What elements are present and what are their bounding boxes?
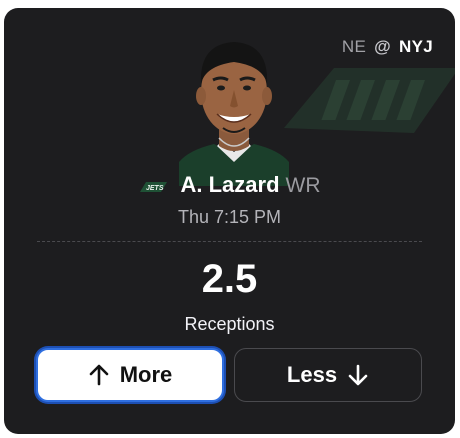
at-separator: @: [374, 37, 392, 56]
jets-logo-icon: JETS: [140, 182, 168, 192]
player-headshot-icon: [179, 42, 289, 186]
projection-card[interactable]: NE @ NYJ JETS A. Lazard WR Thu 7:15 PM 2…: [4, 8, 455, 434]
player-name: A. Lazard: [180, 172, 280, 197]
more-label: More: [119, 362, 173, 387]
home-team: NYJ: [399, 37, 433, 56]
projection-stat: Receptions: [184, 314, 275, 334]
divider: [37, 241, 422, 242]
projection-value: 2.5: [201, 257, 258, 301]
player-name-row: JETS A. Lazard WR: [4, 172, 455, 198]
less-label: Less: [286, 362, 338, 387]
less-button[interactable]: Less: [234, 348, 422, 402]
svg-text:JETS: JETS: [146, 185, 164, 192]
player-position: WR: [285, 174, 321, 197]
away-team: NE: [341, 37, 367, 56]
more-button[interactable]: More: [36, 348, 224, 402]
game-time: Thu 7:15 PM: [177, 207, 282, 227]
arrow-down-icon: [348, 364, 368, 386]
matchup: NE @ NYJ: [342, 37, 433, 57]
arrow-up-icon: [89, 364, 109, 386]
jets-watermark-icon: [284, 68, 455, 133]
